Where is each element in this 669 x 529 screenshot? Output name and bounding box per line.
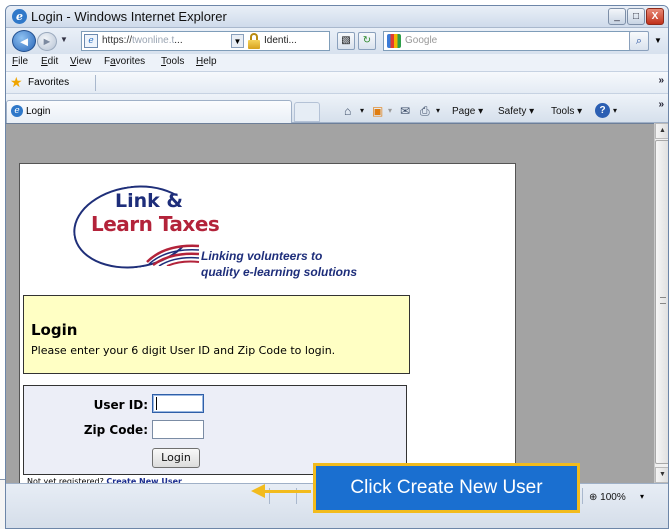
instruction-callout: Click Create New User	[313, 463, 580, 513]
scroll-down-button[interactable]: ▼	[655, 467, 668, 483]
vertical-scrollbar[interactable]: ▲ ▼	[654, 123, 668, 483]
userid-label: User ID:	[93, 398, 148, 412]
address-dropdown-icon[interactable]: ▼	[231, 34, 244, 48]
callout-arrow-line	[264, 490, 311, 493]
google-icon	[387, 34, 401, 48]
menu-help[interactable]: Help	[196, 56, 217, 67]
lock-icon[interactable]	[247, 33, 261, 49]
history-dropdown-icon[interactable]: ▼	[60, 35, 68, 44]
help-icon[interactable]: ?	[595, 103, 610, 118]
address-bar[interactable]: e https://twonline.t... ▼ Identi...	[81, 31, 330, 51]
back-button[interactable]: ◄	[12, 30, 36, 52]
separator	[95, 75, 96, 91]
search-dropdown-icon[interactable]: ▼	[651, 31, 665, 51]
link-learn-taxes-logo: Link & Learn Taxes Linking volunteers to…	[67, 177, 383, 288]
address-toolbar: ◄ ► ▼ e https://twonline.t... ▼ Identi..…	[6, 28, 668, 54]
logo-line1: Link &	[115, 190, 183, 212]
userid-input[interactable]	[152, 394, 204, 413]
tools-menu[interactable]: Tools ▾	[551, 106, 582, 117]
login-button[interactable]: Login	[152, 448, 200, 468]
zoom-dropdown-icon[interactable]: ▾	[640, 492, 644, 501]
search-icon[interactable]: ⌕	[629, 31, 649, 51]
favorites-chevron-icon[interactable]: »	[658, 75, 664, 86]
close-button[interactable]: X	[646, 8, 664, 25]
favorites-bar: ★ Favorites »	[6, 72, 668, 94]
title-bar: e Login - Windows Internet Explorer _ □ …	[6, 6, 668, 28]
command-bar: e Login ⌂ ▾ ▣ ▾ ✉ ⎙ ▾ Page ▾ Safety ▾ To…	[6, 94, 668, 123]
login-heading: Login	[31, 321, 78, 339]
menu-bar: File Edit View Favorites Tools Help	[6, 54, 668, 72]
print-icon[interactable]: ⎙	[420, 104, 430, 119]
logo-tagline-1: Linking volunteers to	[201, 249, 323, 263]
zoom-level[interactable]: ⊕ 100%	[589, 492, 626, 503]
refresh-icon[interactable]: ↻	[358, 32, 376, 50]
flag-icon	[146, 244, 200, 266]
help-dropdown-icon[interactable]: ▾	[613, 106, 617, 115]
login-header-box: Login Please enter your 6 digit User ID …	[23, 295, 410, 374]
feeds-icon[interactable]: ▣	[372, 104, 383, 118]
mail-icon[interactable]: ✉	[400, 104, 410, 118]
command-chevron-icon[interactable]: »	[658, 99, 664, 110]
logo-tagline-2: quality e-learning solutions	[201, 265, 358, 279]
callout-arrow-icon	[251, 484, 265, 498]
forward-button[interactable]: ►	[37, 32, 57, 51]
search-box[interactable]: Google	[383, 31, 634, 51]
menu-favorites[interactable]: Favorites	[104, 56, 145, 67]
login-instructions: Please enter your 6 digit User ID and Zi…	[31, 344, 336, 357]
logo-line2: Learn Taxes	[91, 212, 220, 236]
home-icon[interactable]: ⌂	[344, 104, 351, 118]
page-menu[interactable]: Page ▾	[452, 106, 483, 117]
maximize-button[interactable]: □	[627, 8, 645, 25]
zip-label: Zip Code:	[83, 423, 148, 437]
print-dropdown-icon[interactable]: ▾	[436, 106, 440, 115]
window-controls: _ □ X	[608, 8, 664, 25]
menu-view[interactable]: View	[70, 56, 92, 67]
login-form: User ID: Zip Code: Login	[23, 385, 407, 475]
menu-tools[interactable]: Tools	[161, 56, 184, 67]
ie-logo-icon: e	[12, 9, 27, 24]
ie-page-icon: e	[11, 105, 23, 117]
browser-window: e Login - Windows Internet Explorer _ □ …	[5, 5, 669, 529]
favorites-star-icon[interactable]: ★	[10, 75, 23, 89]
tab-label: Login	[26, 106, 51, 117]
tab-login[interactable]: e Login	[6, 100, 292, 123]
window-title: Login - Windows Internet Explorer	[31, 9, 227, 24]
identity-indicator[interactable]: Identi...	[264, 35, 297, 46]
menu-edit[interactable]: Edit	[41, 56, 58, 67]
page-viewport: Link & Learn Taxes Linking volunteers to…	[6, 123, 654, 486]
scroll-thumb[interactable]	[655, 140, 668, 464]
home-dropdown-icon[interactable]: ▾	[360, 106, 364, 115]
address-url[interactable]: https://twonline.t...	[102, 35, 183, 46]
minimize-button[interactable]: _	[608, 8, 626, 25]
search-input[interactable]: Google	[405, 35, 437, 46]
favorites-button[interactable]: Favorites	[28, 77, 69, 88]
web-page: Link & Learn Taxes Linking volunteers to…	[19, 163, 516, 486]
page-icon: e	[84, 34, 98, 48]
menu-file[interactable]: File	[12, 56, 28, 67]
safety-menu[interactable]: Safety ▾	[498, 106, 534, 117]
zip-code-input[interactable]	[152, 420, 204, 439]
scroll-up-button[interactable]: ▲	[655, 123, 668, 139]
zoom-icon: ⊕	[589, 492, 601, 503]
feeds-dropdown-icon[interactable]: ▾	[388, 106, 392, 115]
compatibility-view-icon[interactable]: ▧	[337, 32, 355, 50]
new-tab-button[interactable]	[294, 102, 320, 122]
scroll-grip-icon	[660, 297, 666, 304]
text-caret	[156, 397, 157, 410]
